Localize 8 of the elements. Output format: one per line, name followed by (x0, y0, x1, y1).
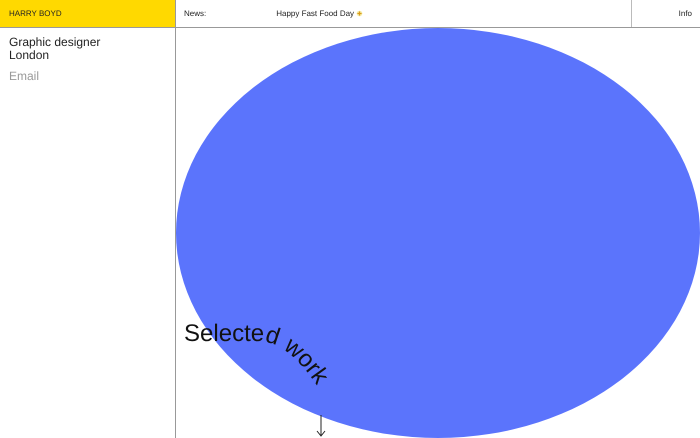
site-name[interactable]: HARRY BOYD (9, 9, 62, 18)
news-text[interactable]: Happy Fast Food Day (276, 9, 354, 18)
arrow-down-icon (316, 414, 326, 437)
info-link[interactable]: Info (678, 9, 692, 18)
location-text: London (9, 49, 50, 62)
sparkle-icon (356, 10, 364, 17)
role-text: Graphic designer (9, 36, 102, 49)
news-label: News: (184, 9, 206, 18)
